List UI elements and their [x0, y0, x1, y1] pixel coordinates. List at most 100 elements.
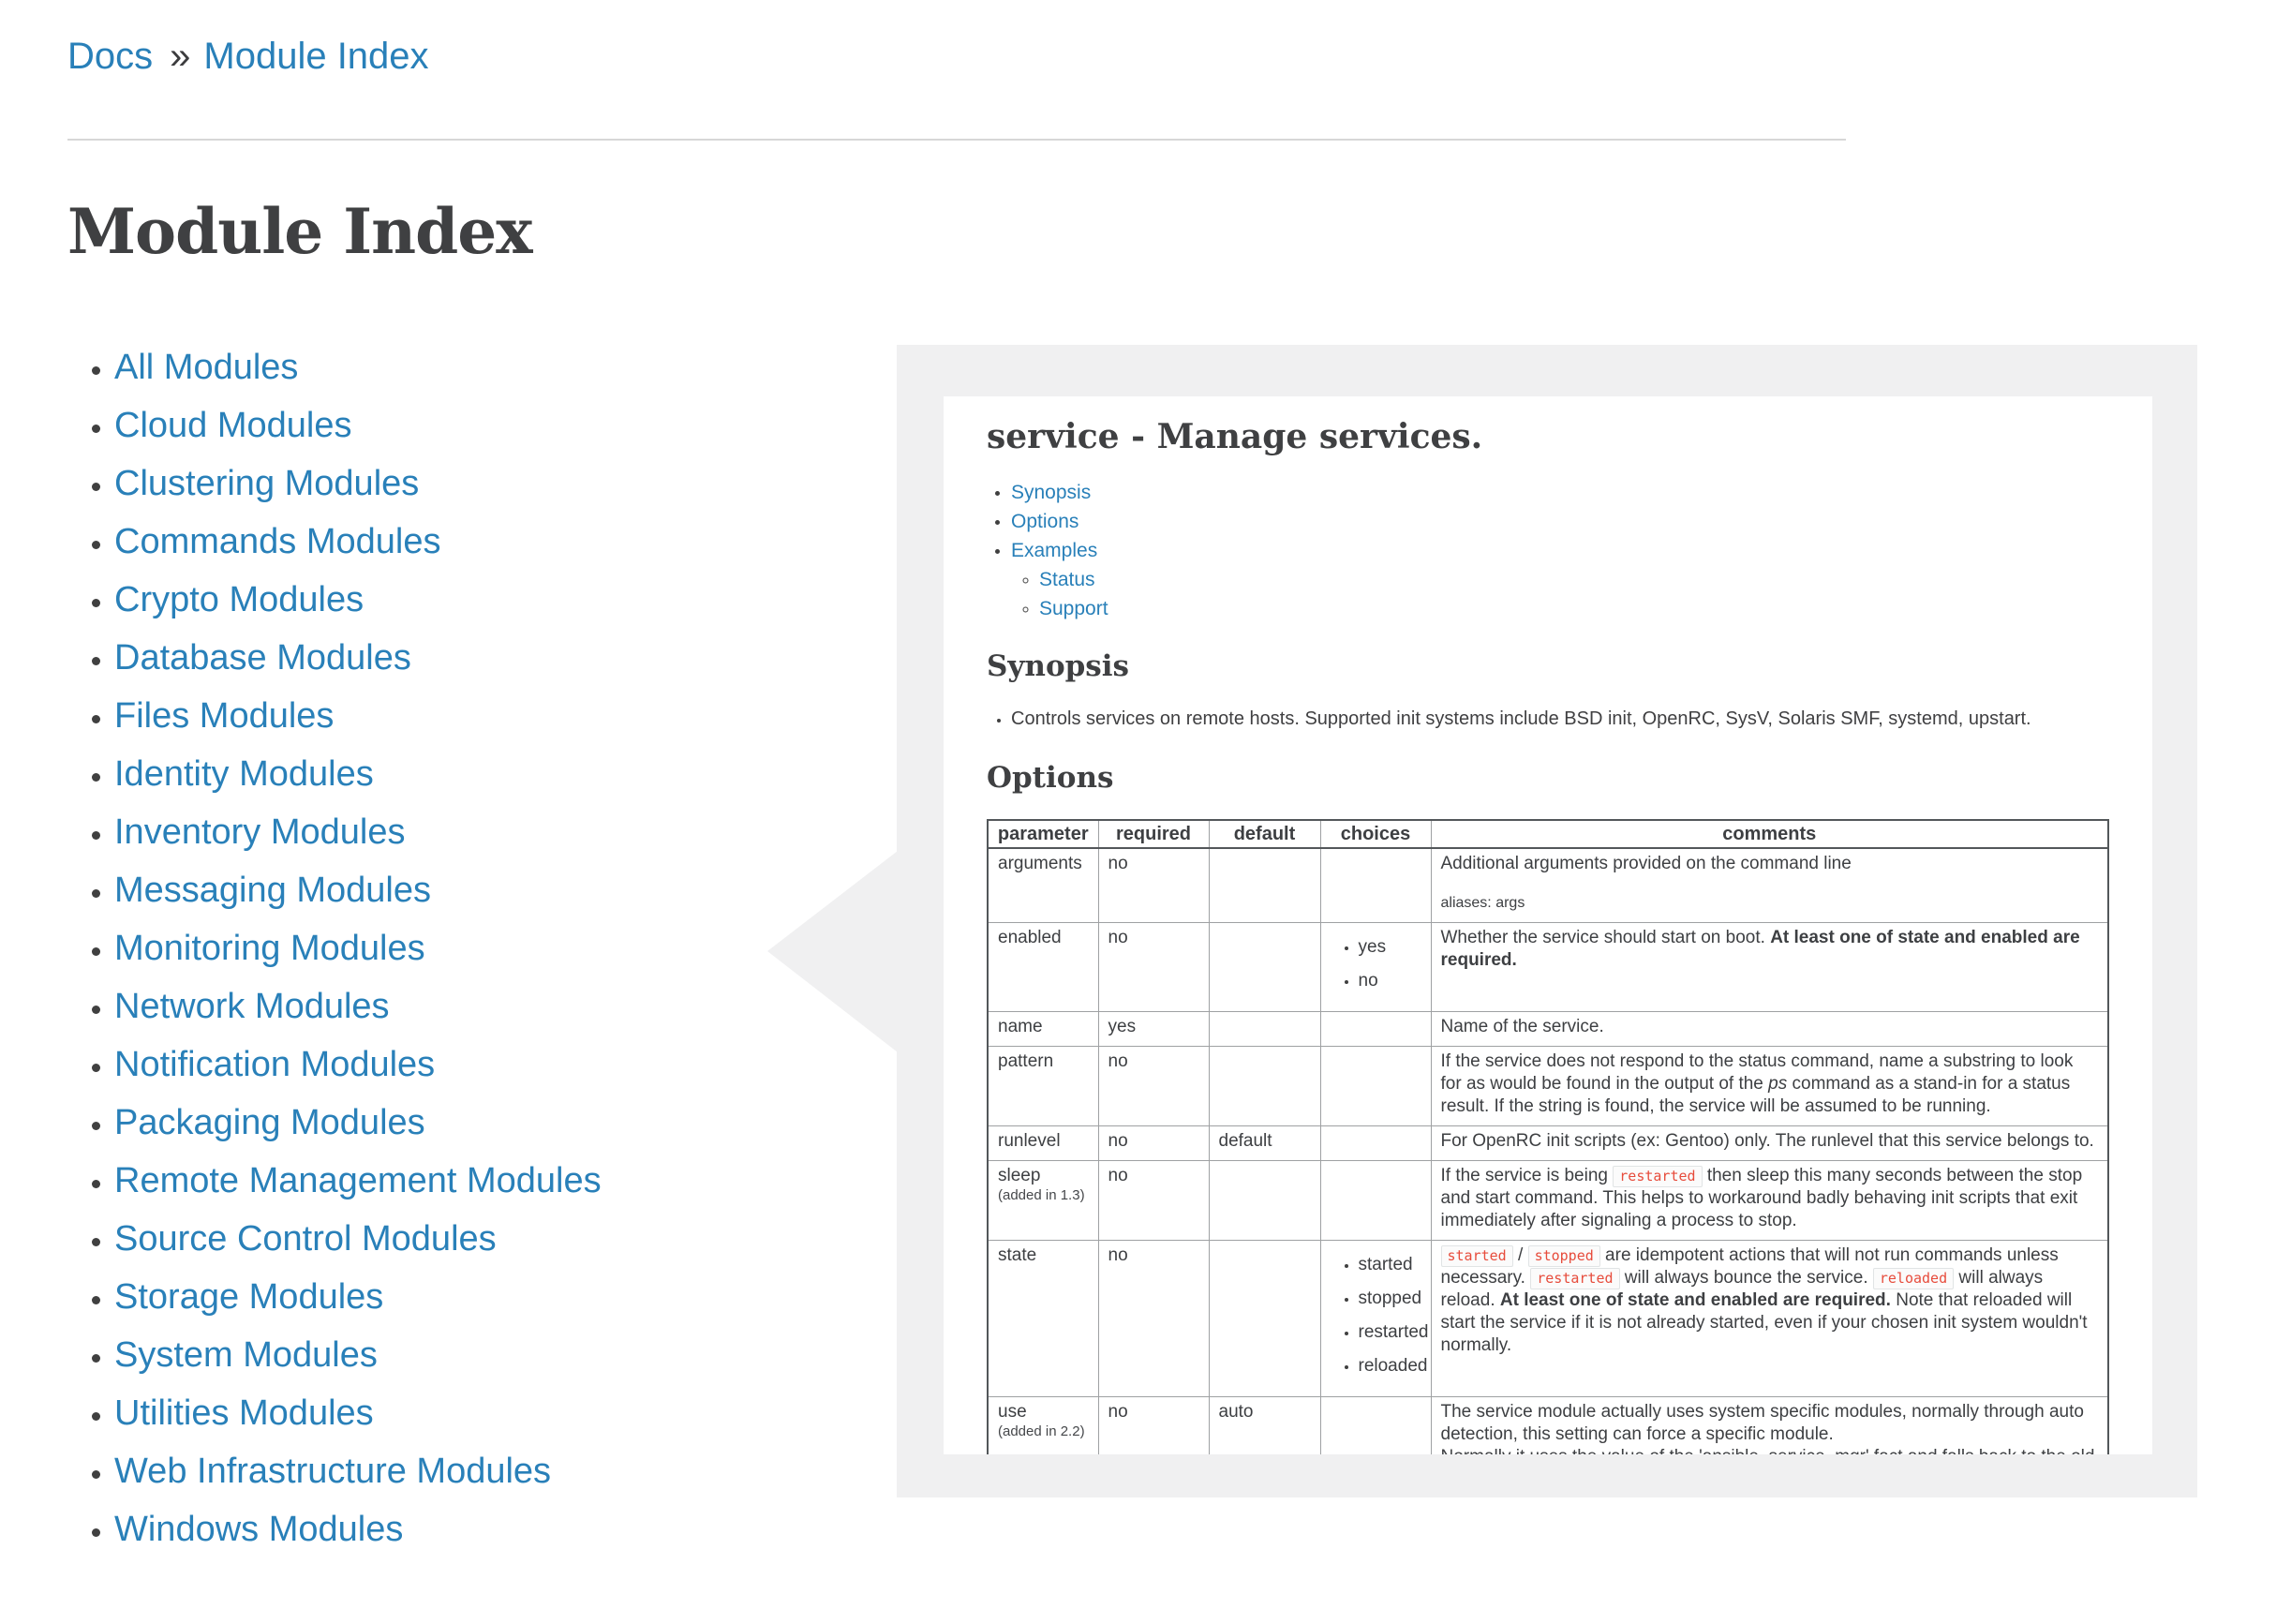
comment-paragraph: The service module actually uses system …	[1441, 1401, 2099, 1446]
param-added-note: (added in 1.3)	[998, 1187, 1089, 1204]
table-row: patternnoIf the service does not respond…	[988, 1047, 2108, 1126]
breadcrumb-link-current[interactable]: Module Index	[203, 36, 428, 77]
choices-cell: startedstoppedrestartedreloaded	[1320, 1241, 1431, 1397]
param-name: pattern	[998, 1050, 1089, 1073]
module-category-link[interactable]: Identity Modules	[114, 754, 374, 794]
module-category-link[interactable]: Remote Management Modules	[114, 1161, 602, 1200]
param-name: use	[998, 1401, 1089, 1423]
default-cell	[1209, 848, 1320, 923]
table-row: statenostartedstoppedrestartedreloadedst…	[988, 1241, 2108, 1397]
code-literal: started	[1441, 1245, 1513, 1267]
module-category-link[interactable]: Commands Modules	[114, 522, 440, 561]
choices-cell	[1320, 1012, 1431, 1047]
module-category-link[interactable]: Inventory Modules	[114, 812, 406, 852]
module-category-item: Windows Modules	[114, 1511, 1867, 1548]
module-category-link[interactable]: Storage Modules	[114, 1277, 383, 1317]
param-cell: arguments	[988, 848, 1098, 923]
comments-cell: If the service does not respond to the s…	[1431, 1047, 2108, 1126]
module-category-link[interactable]: Crypto Modules	[114, 580, 364, 619]
popup-arrow-left	[767, 851, 898, 1052]
param-name: state	[998, 1244, 1089, 1267]
code-literal: stopped	[1528, 1245, 1600, 1267]
module-category-link[interactable]: Notification Modules	[114, 1045, 435, 1084]
aliases-note: aliases: args	[1441, 892, 2099, 915]
module-category-link[interactable]: Messaging Modules	[114, 871, 431, 910]
doc-title: service - Manage services.	[987, 417, 2109, 456]
column-header: default	[1209, 820, 1320, 848]
table-row: use(added in 2.2)noautoThe service modul…	[988, 1397, 2108, 1455]
code-literal: reloaded	[1873, 1268, 1954, 1289]
module-category-link[interactable]: All Modules	[114, 348, 298, 387]
comments-cell: The service module actually uses system …	[1431, 1397, 2108, 1455]
comments-cell: started / stopped are idempotent actions…	[1431, 1241, 2108, 1397]
module-category-link[interactable]: Network Modules	[114, 987, 390, 1026]
text-run: Name of the service.	[1441, 1017, 1604, 1036]
required-cell: no	[1098, 848, 1209, 923]
toc-sublist: Status Support	[1011, 570, 2109, 619]
comments-cell: Additional arguments provided on the com…	[1431, 848, 2108, 923]
param-cell: enabled	[988, 923, 1098, 1012]
comment-paragraph: Normally it uses the value of the 'ansib…	[1441, 1446, 2099, 1454]
param-name: arguments	[998, 853, 1089, 875]
module-category-link[interactable]: Web Infrastructure Modules	[114, 1452, 551, 1491]
module-category-link[interactable]: Monitoring Modules	[114, 929, 425, 968]
code-literal: restarted	[1613, 1166, 1702, 1187]
param-name: enabled	[998, 927, 1089, 949]
breadcrumb-divider	[67, 139, 1846, 141]
module-category-link[interactable]: Clustering Modules	[114, 464, 419, 503]
choice-item: reloaded	[1359, 1355, 1421, 1378]
toc-link[interactable]: Status	[1039, 569, 1095, 590]
comments-cell: If the service is being restarted then s…	[1431, 1161, 2108, 1241]
comment-paragraph: If the service is being restarted then s…	[1441, 1165, 2099, 1232]
param-cell: state	[988, 1241, 1098, 1397]
param-name: runlevel	[998, 1130, 1089, 1153]
text-run: will always bounce the service.	[1620, 1268, 1873, 1288]
module-category-link[interactable]: Utilities Modules	[114, 1393, 374, 1433]
breadcrumb-link-docs[interactable]: Docs	[67, 36, 153, 77]
code-literal: restarted	[1530, 1268, 1619, 1289]
doc-card: service - Manage services. Synopsis Optio…	[944, 396, 2152, 1454]
comment-paragraph: Whether the service should start on boot…	[1441, 927, 2099, 972]
required-cell: yes	[1098, 1012, 1209, 1047]
toc-link[interactable]: Support	[1039, 598, 1108, 619]
module-category-link[interactable]: Packaging Modules	[114, 1103, 425, 1142]
options-table-body: arguments no Additional arguments provided…	[988, 848, 2108, 1454]
default-cell	[1209, 1012, 1320, 1047]
text-run: Whether the service should start on boot…	[1441, 928, 1771, 947]
param-name: sleep	[998, 1165, 1089, 1187]
module-category-link[interactable]: Windows Modules	[114, 1510, 403, 1549]
module-category-link[interactable]: Source Control Modules	[114, 1219, 497, 1259]
module-category-link[interactable]: System Modules	[114, 1335, 378, 1375]
param-cell: sleep(added in 1.3)	[988, 1161, 1098, 1241]
module-doc-popup: service - Manage services. Synopsis Optio…	[897, 345, 2197, 1497]
breadcrumb-separator: »	[170, 36, 190, 77]
module-category-link[interactable]: Files Modules	[114, 696, 334, 736]
table-row: runlevelnodefaultFor OpenRC init scripts…	[988, 1126, 2108, 1161]
toc-link[interactable]: Synopsis	[1011, 482, 1091, 503]
module-category-link[interactable]: Cloud Modules	[114, 406, 351, 445]
default-cell	[1209, 923, 1320, 1012]
default-cell: default	[1209, 1126, 1320, 1161]
toc-link[interactable]: Examples	[1011, 540, 1097, 561]
required-cell: no	[1098, 1397, 1209, 1455]
italic-text: ps	[1768, 1074, 1787, 1094]
choice-item: yes	[1359, 936, 1421, 959]
toc-subitem: Support	[1039, 599, 2109, 619]
choices-cell	[1320, 1126, 1431, 1161]
toc-subitem: Status	[1039, 570, 2109, 590]
toc-item: Options	[1011, 512, 2109, 532]
choices-list: startedstoppedrestartedreloaded	[1331, 1254, 1421, 1378]
required-cell: no	[1098, 1241, 1209, 1397]
module-category-link[interactable]: Database Modules	[114, 638, 411, 678]
required-cell: no	[1098, 923, 1209, 1012]
table-row: arguments no Additional arguments provided…	[988, 848, 2108, 923]
breadcrumb: Docs » Module Index	[67, 34, 1867, 79]
options-table: parameterrequireddefaultchoicescomments …	[987, 819, 2109, 1454]
param-name: name	[998, 1016, 1089, 1038]
param-cell: use(added in 2.2)	[988, 1397, 1098, 1455]
toc-link[interactable]: Options	[1011, 511, 1078, 532]
param-cell: pattern	[988, 1047, 1098, 1126]
column-header: required	[1098, 820, 1209, 848]
choices-cell	[1320, 1397, 1431, 1455]
default-cell	[1209, 1161, 1320, 1241]
